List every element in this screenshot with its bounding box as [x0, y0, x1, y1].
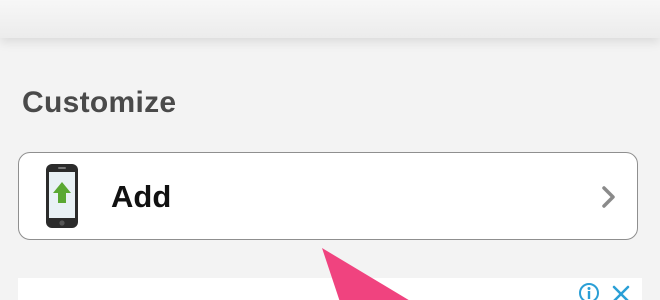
info-icon[interactable] — [578, 282, 600, 300]
add-row[interactable]: Add — [18, 152, 638, 240]
section-heading: Customize — [22, 86, 177, 119]
screen: Customize Add — [0, 0, 660, 300]
add-label: Add — [111, 179, 172, 214]
top-bar — [0, 0, 660, 38]
pointer-arrow-icon — [322, 248, 409, 300]
close-icon[interactable] — [610, 283, 632, 300]
chevron-right-icon — [602, 186, 615, 208]
phone-upload-icon — [46, 164, 78, 228]
